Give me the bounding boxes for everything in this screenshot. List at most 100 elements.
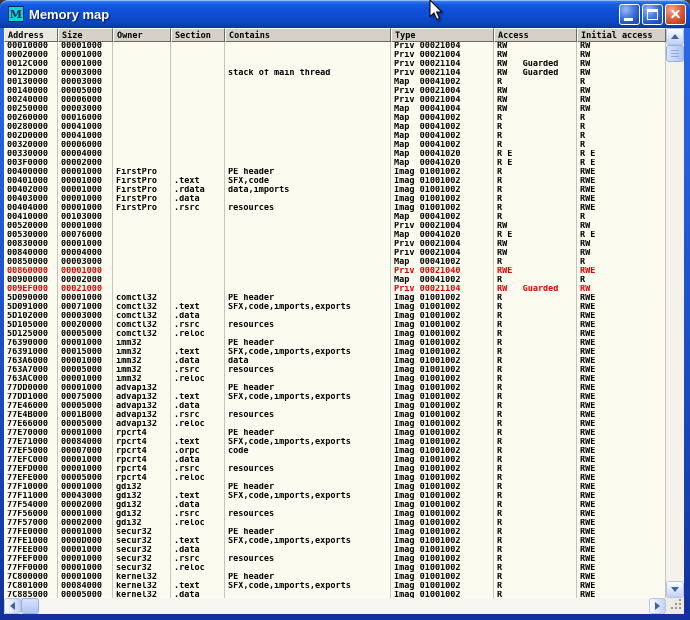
table-row[interactable]: 0001000000001000Priv 00021004RWRW <box>4 42 666 51</box>
table-row[interactable]: 0085000000003000Map 00041002RR <box>4 258 666 267</box>
cell-type: Priv 00021104 <box>391 60 494 69</box>
table-row[interactable]: 0040200000001000FirstPro.rdatadata,impor… <box>4 186 666 195</box>
table-row[interactable]: 0040100000001000FirstPro.textSFX,codeIma… <box>4 177 666 186</box>
table-row[interactable]: 0040400000001000FirstPro.rsrcresourcesIm… <box>4 204 666 213</box>
cell-contains <box>225 456 391 465</box>
horizontal-scroll-track[interactable] <box>39 598 649 614</box>
cell-size: 00076000 <box>58 231 113 240</box>
table-row[interactable]: 763AC00000001000imm32.relocImag 01001002… <box>4 375 666 384</box>
table-row[interactable]: 77E7100000084000rpcrt4.textSFX,code,impo… <box>4 438 666 447</box>
table-row[interactable]: 77E6600000005000advapi32.relocImag 01001… <box>4 420 666 429</box>
column-header-address[interactable]: Address <box>4 28 58 42</box>
vertical-scroll-thumb[interactable] <box>666 45 684 62</box>
table-row[interactable]: 003F000000002000Map 00041020R ER E <box>4 159 666 168</box>
table-row[interactable]: 0040000000001000FirstProPE headerImag 01… <box>4 168 666 177</box>
table-row[interactable]: 7639100000015000imm32.textSFX,code,impor… <box>4 348 666 357</box>
column-header-type[interactable]: Type <box>391 28 494 42</box>
table-row[interactable]: 77DD100000075000advapi32.textSFX,code,im… <box>4 393 666 402</box>
table-row[interactable]: 0086000000001000Priv 00021040RWERWE <box>4 267 666 276</box>
maximize-button[interactable] <box>642 4 663 25</box>
table-row[interactable]: 763A700000005000imm32.rsrcresourcesImag … <box>4 366 666 375</box>
cell-access: R <box>494 492 577 501</box>
table-row[interactable]: 0040300000001000FirstPro.dataImag 010010… <box>4 195 666 204</box>
table-row[interactable]: 0002000000001000Priv 00021004RWRW <box>4 51 666 60</box>
cell-address: 00404000 <box>4 204 58 213</box>
resize-grip[interactable] <box>666 598 684 614</box>
minimize-button[interactable] <box>619 4 640 25</box>
table-row[interactable]: 77DD000000001000advapi32PE headerImag 01… <box>4 384 666 393</box>
table-row[interactable]: 5D09000000001000comctl32PE headerImag 01… <box>4 294 666 303</box>
scroll-left-button[interactable] <box>4 598 21 614</box>
table-row[interactable]: 77F1000000001000gdi32PE headerImag 01001… <box>4 483 666 492</box>
table-row[interactable]: 0024000000006000Priv 00021004RWRW <box>4 96 666 105</box>
table-row[interactable]: 77EFE00000005000rpcrt4.relocImag 0100100… <box>4 474 666 483</box>
scroll-down-button[interactable] <box>666 581 684 598</box>
table-row[interactable]: 77FEE00000001000secur32.dataImag 0100100… <box>4 546 666 555</box>
table-row[interactable]: 0012D00000003000stack of main threadPriv… <box>4 69 666 78</box>
table-row[interactable]: 0025000000003000Map 00041004RWRW <box>4 105 666 114</box>
table-row[interactable]: 5D10500000020000comctl32.rsrcresourcesIm… <box>4 321 666 330</box>
cell-section: .text <box>171 537 225 546</box>
table-row[interactable]: 0028000000041000Map 00041002RR <box>4 123 666 132</box>
table-row[interactable]: 77F5700000002000gdi32.relocImag 01001002… <box>4 519 666 528</box>
table-row[interactable]: 0026000000016000Map 00041002RR <box>4 114 666 123</box>
table-row[interactable]: 0084000000004000Priv 00021004RWRW <box>4 249 666 258</box>
table-row[interactable]: 77E7000000001000rpcrt4PE headerImag 0100… <box>4 429 666 438</box>
column-header-contains[interactable]: Contains <box>225 28 391 42</box>
table-row[interactable]: 77FF000000001000secur32.relocImag 010010… <box>4 564 666 573</box>
table-row[interactable]: 77EFC00000001000rpcrt4.dataImag 01001002… <box>4 456 666 465</box>
column-header-owner[interactable]: Owner <box>113 28 171 42</box>
table-row[interactable]: 7639000000001000imm32PE headerImag 01001… <box>4 339 666 348</box>
horizontal-scrollbar[interactable] <box>4 598 666 614</box>
table-row[interactable]: 77FEF00000001000secur32.rsrcresourcesIma… <box>4 555 666 564</box>
table-row[interactable]: 77FE000000001000secur32PE headerImag 010… <box>4 528 666 537</box>
table-row[interactable]: 77E4B0000001B000advapi32.rsrcresourcesIm… <box>4 411 666 420</box>
table-row[interactable]: 0012C00000001000Priv 00021104RW GuardedR… <box>4 60 666 69</box>
table-row[interactable]: 77F5400000002000gdi32.dataImag 01001002R… <box>4 501 666 510</box>
table-row[interactable]: 002D000000041000Map 00041002RR <box>4 132 666 141</box>
table-row[interactable]: 77FE10000000D000secur32.textSFX,code,imp… <box>4 537 666 546</box>
table-row[interactable]: 7C88500000005000kernel32.dataImag 010010… <box>4 591 666 598</box>
cell-address: 003F0000 <box>4 159 58 168</box>
scroll-up-button[interactable] <box>666 28 684 45</box>
table-row[interactable]: 0052000000001000Priv 00021004RWRW <box>4 222 666 231</box>
table-row[interactable]: 0083000000001000Priv 00021004RWRW <box>4 240 666 249</box>
table-row[interactable]: 0032000000006000Map 00041002RR <box>4 141 666 150</box>
table-row[interactable]: 77EF500000007000rpcrt4.orpccodeImag 0100… <box>4 447 666 456</box>
cell-size: 00003000 <box>58 258 113 267</box>
cell-section <box>171 573 225 582</box>
column-header-initial_access[interactable]: Initial access <box>577 28 666 42</box>
table-row[interactable]: 77F5600000001000gdi32.rsrcresourcesImag … <box>4 510 666 519</box>
table-row[interactable]: 0013000000003000Map 00041002RR <box>4 78 666 87</box>
table-row[interactable]: 7C80100000084000kernel32.textSFX,code,im… <box>4 582 666 591</box>
horizontal-scroll-thumb[interactable] <box>21 598 39 614</box>
cell-type: Map 00041002 <box>391 114 494 123</box>
table-row[interactable]: 5D12500000005000comctl32.relocImag 01001… <box>4 330 666 339</box>
titlebar[interactable]: M Memory map <box>0 0 690 28</box>
table-row[interactable]: 763A600000001000imm32.datadataImag 01001… <box>4 357 666 366</box>
table-row[interactable]: 0014000000005000Priv 00021004RWRW <box>4 87 666 96</box>
vertical-scrollbar[interactable] <box>666 28 684 598</box>
cell-owner: advapi32 <box>113 420 171 429</box>
table-row[interactable]: 7C80000000001000kernel32PE headerImag 01… <box>4 573 666 582</box>
cell-type: Imag 01001002 <box>391 510 494 519</box>
table-row[interactable]: 0053000000076000Map 00041020R ER E <box>4 231 666 240</box>
scroll-right-button[interactable] <box>649 598 666 614</box>
table-row[interactable]: 77E4600000005000advapi32.dataImag 010010… <box>4 402 666 411</box>
table-row[interactable]: 0033000000004000Map 00041020R ER E <box>4 150 666 159</box>
table-row[interactable]: 5D09100000071000comctl32.textSFX,code,im… <box>4 303 666 312</box>
close-button[interactable] <box>665 4 686 25</box>
column-header-access[interactable]: Access <box>494 28 577 42</box>
cell-address: 77FEE000 <box>4 546 58 555</box>
table-row[interactable]: 009EF00000021000Priv 00021104RW GuardedR… <box>4 285 666 294</box>
table-header: AddressSizeOwnerSectionContainsTypeAcces… <box>4 28 666 42</box>
table-row[interactable]: 77F1100000043000gdi32.textSFX,code,impor… <box>4 492 666 501</box>
column-header-size[interactable]: Size <box>58 28 113 42</box>
column-header-section[interactable]: Section <box>171 28 225 42</box>
table-row[interactable]: 0090000000002000Map 00041002RR <box>4 276 666 285</box>
cell-initial_access: RWE <box>577 312 666 321</box>
table-row[interactable]: 77EFD00000001000rpcrt4.rsrcresourcesImag… <box>4 465 666 474</box>
table-row[interactable]: 5D10200000003000comctl32.dataImag 010010… <box>4 312 666 321</box>
table-row[interactable]: 0041000000103000Map 00041002RR <box>4 213 666 222</box>
cell-section <box>171 69 225 78</box>
